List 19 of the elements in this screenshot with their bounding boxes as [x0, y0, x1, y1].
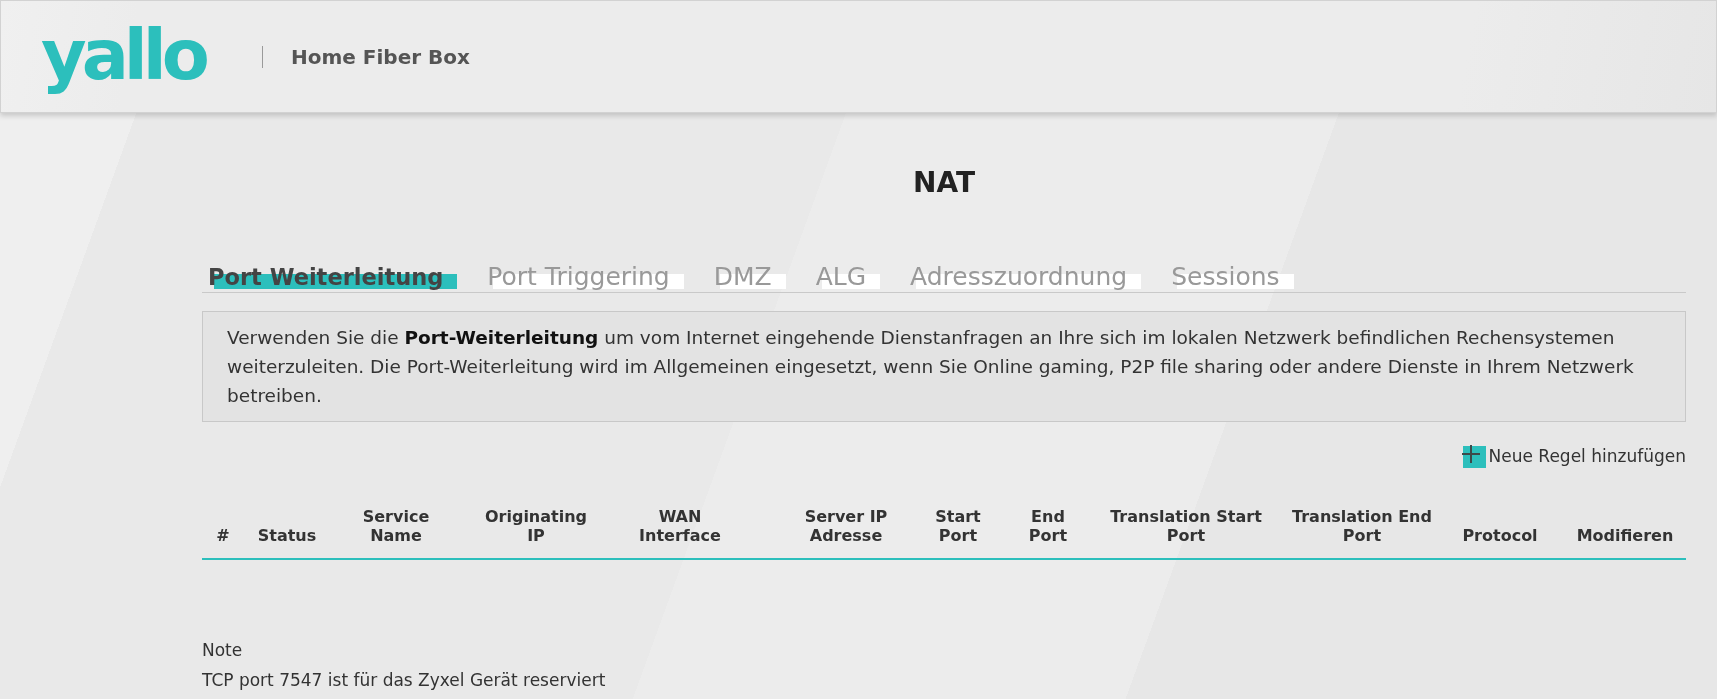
- page-title: NAT: [912, 166, 976, 200]
- column-header: Service Name: [361, 507, 431, 545]
- plus-icon: [1460, 444, 1486, 468]
- column-header: Modifieren: [1576, 526, 1674, 545]
- column-header: Protocol: [1462, 526, 1538, 545]
- column-header: Translation End Port: [1291, 507, 1433, 545]
- device-title: Home Fiber Box: [290, 44, 470, 69]
- column-header: Status: [257, 526, 317, 545]
- column-header: Translation Start Port: [1109, 507, 1263, 545]
- description-text: Verwenden Sie die Port-Weiterleitung um vom Internet eingehende Dienstanfragen an Ihre sich im lokalen Netzwerk befindlichen Rechensystemen weiterzuleiten. Die Port-Weiterleitung wird im Allgemeinen eingesetzt, wenn Sie Online gaming, P2P file sharing oder andere Dienste in Ihrem Netzwerk betreiben.: [227, 326, 1635, 408]
- column-header: WAN Interface: [638, 507, 722, 545]
- note-title: Note: [202, 639, 244, 661]
- column-header: Server IP Adresse: [803, 507, 889, 545]
- column-header: #: [216, 526, 230, 545]
- column-header: End Port: [1027, 507, 1069, 545]
- note-text: TCP port 7547 ist für das Zyxel Gerät reserviert: [202, 669, 607, 691]
- add-rule-button[interactable]: Neue Regel hinzufügen: [1460, 444, 1686, 468]
- column-header: Originating IP: [483, 507, 589, 545]
- column-header: Start Port: [934, 507, 982, 545]
